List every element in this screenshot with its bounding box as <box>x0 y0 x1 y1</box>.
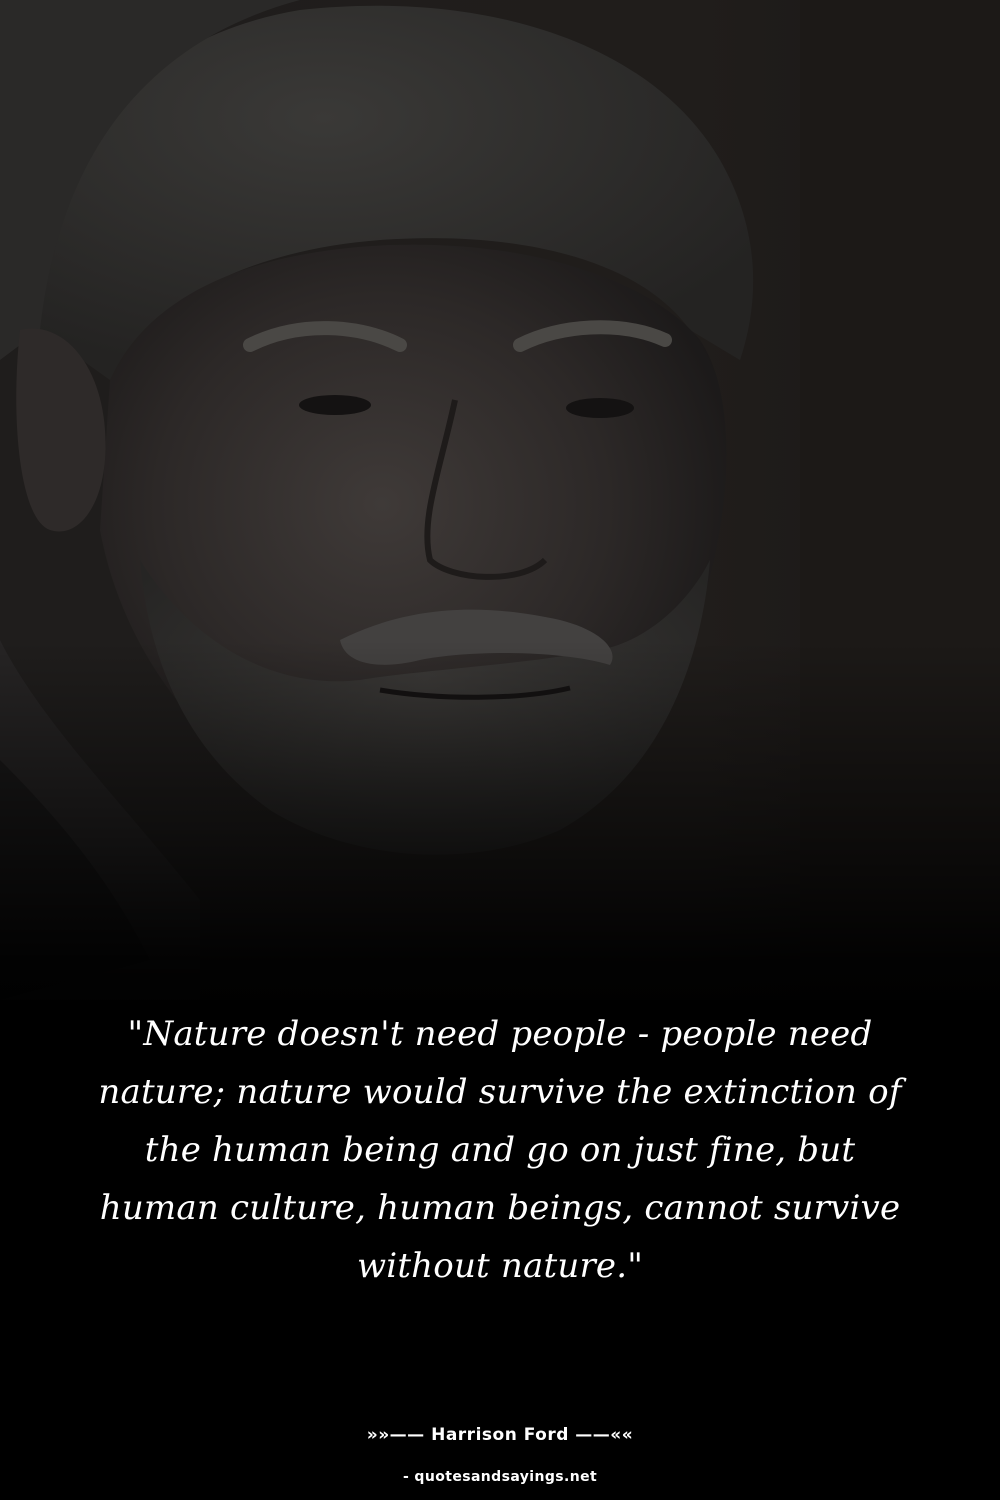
source-watermark: - quotesandsayings.net <box>402 1469 598 1485</box>
quote-card: "Nature doesn't need people - people nee… <box>0 0 1000 1500</box>
quote-text: "Nature doesn't need people - people nee… <box>98 1014 902 1286</box>
author-attribution: »»—— Harrison Ford ——«« <box>366 1425 634 1445</box>
